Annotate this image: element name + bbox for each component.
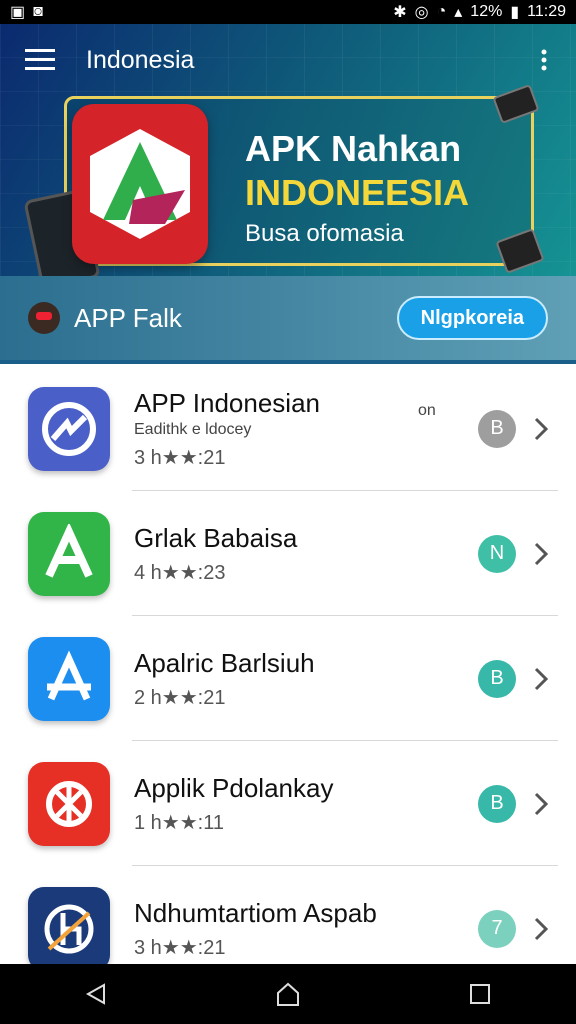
wifi-icon: ◔ xyxy=(436,3,447,20)
more-vertical-icon xyxy=(541,49,547,71)
app-subtitle: Eadithk e ldocey xyxy=(134,420,252,438)
compass-icon xyxy=(42,401,96,456)
banner-logo xyxy=(72,104,208,264)
home-icon xyxy=(277,982,299,1006)
app-rating: 2 h★★:21 xyxy=(134,686,226,709)
alarm-icon: ◎ xyxy=(414,4,429,21)
app-icon xyxy=(28,886,110,964)
system-nav-bar xyxy=(0,964,576,1024)
battery-percent: 12% xyxy=(470,3,503,20)
menu-button[interactable] xyxy=(10,30,70,90)
app-bar: Indonesia xyxy=(0,24,576,96)
letter-a-icon xyxy=(45,523,93,578)
app-name: Apalric Barlsiuh xyxy=(134,647,315,678)
app-icon xyxy=(28,636,110,721)
app-icon xyxy=(28,761,110,846)
hamburger-icon xyxy=(25,49,55,70)
app-notification-icon: ◙ xyxy=(33,3,43,20)
home-button[interactable] xyxy=(258,964,318,1024)
app-list: APP Indonesian Eadithk e ldocey 3 h★★:21… xyxy=(0,366,576,964)
app-meta: APP Indonesian Eadithk e ldocey 3 h★★:21 xyxy=(134,388,478,470)
more-options-button[interactable] xyxy=(520,36,568,84)
signal-icon: ▴ xyxy=(454,4,463,21)
back-icon xyxy=(85,983,105,1005)
app-meta: Applik Pdolankay 1 h★★:11 xyxy=(134,773,478,835)
chart-logo-icon xyxy=(44,904,94,953)
shield-icon xyxy=(46,780,92,827)
app-meta: Apalric Barlsiuh 2 h★★:21 xyxy=(134,648,478,710)
app-name: Applik Pdolankay xyxy=(134,772,334,803)
list-item[interactable]: Ndhumtartiom Aspab 3 h★★:21 7 xyxy=(0,866,576,964)
app-badge: B xyxy=(478,659,516,698)
recents-icon xyxy=(470,984,490,1004)
app-rating: 4 h★★:23 xyxy=(134,561,226,584)
app-rating: 1 h★★:11 xyxy=(134,811,224,834)
list-item[interactable]: APP Indonesian Eadithk e ldocey 3 h★★:21… xyxy=(0,366,576,491)
hero-header: Indonesia APK Nahkan INDONEESIA Busa ofo… xyxy=(0,24,576,364)
chevron-right-icon[interactable] xyxy=(528,416,554,442)
app-meta: Ndhumtartiom Aspab 3 h★★:21 xyxy=(134,898,478,960)
sub-header-button[interactable]: Nlgpkoreia xyxy=(396,296,548,340)
list-item[interactable]: Apalric Barlsiuh 2 h★★:21 B xyxy=(0,616,576,741)
app-badge: B xyxy=(478,409,516,448)
notification-icon: ▣ xyxy=(10,4,26,21)
back-button[interactable] xyxy=(66,964,126,1024)
banner-subtitle: Busa ofomasia xyxy=(245,220,404,247)
app-extra-label: on xyxy=(418,402,436,419)
app-title: Indonesia xyxy=(86,45,195,74)
bluetooth-icon: ✱ xyxy=(393,4,407,21)
app-name: Grlak Babaisa xyxy=(134,522,298,553)
app-store-icon xyxy=(47,649,91,700)
chevron-right-icon[interactable] xyxy=(528,541,554,567)
app-store-logo-icon xyxy=(90,129,190,239)
app-badge: B xyxy=(478,784,516,823)
app-badge: N xyxy=(478,534,516,573)
clock: 11:29 xyxy=(527,3,566,20)
app-rating: 3 h★★:21 xyxy=(134,936,226,959)
app-icon xyxy=(28,386,110,471)
banner-heading-highlight: INDONEESIA xyxy=(245,172,470,213)
sub-header: APP Falk Nlgpkoreia xyxy=(0,276,576,364)
app-meta: Grlak Babaisa 4 h★★:23 xyxy=(134,523,478,585)
battery-icon: ▮ xyxy=(510,4,520,21)
list-item[interactable]: Grlak Babaisa 4 h★★:23 N xyxy=(0,491,576,616)
chevron-right-icon[interactable] xyxy=(528,916,554,942)
list-item[interactable]: Applik Pdolankay 1 h★★:11 B xyxy=(0,741,576,866)
app-badge: 7 xyxy=(478,909,516,948)
chevron-right-icon[interactable] xyxy=(528,791,554,817)
sub-header-label: APP Falk xyxy=(74,302,182,333)
status-bar: ▣ ◙ ✱ ◎ ◔ ▴ 12% ▮ 11:29 xyxy=(0,0,576,24)
app-icon xyxy=(28,511,110,596)
chevron-right-icon[interactable] xyxy=(528,666,554,692)
mascot-avatar-icon xyxy=(28,302,60,334)
app-name: Ndhumtartiom Aspab xyxy=(134,897,377,928)
banner-heading: APK Nahkan xyxy=(245,128,462,169)
app-rating: 3 h★★:21 xyxy=(134,446,226,469)
recents-button[interactable] xyxy=(450,964,510,1024)
